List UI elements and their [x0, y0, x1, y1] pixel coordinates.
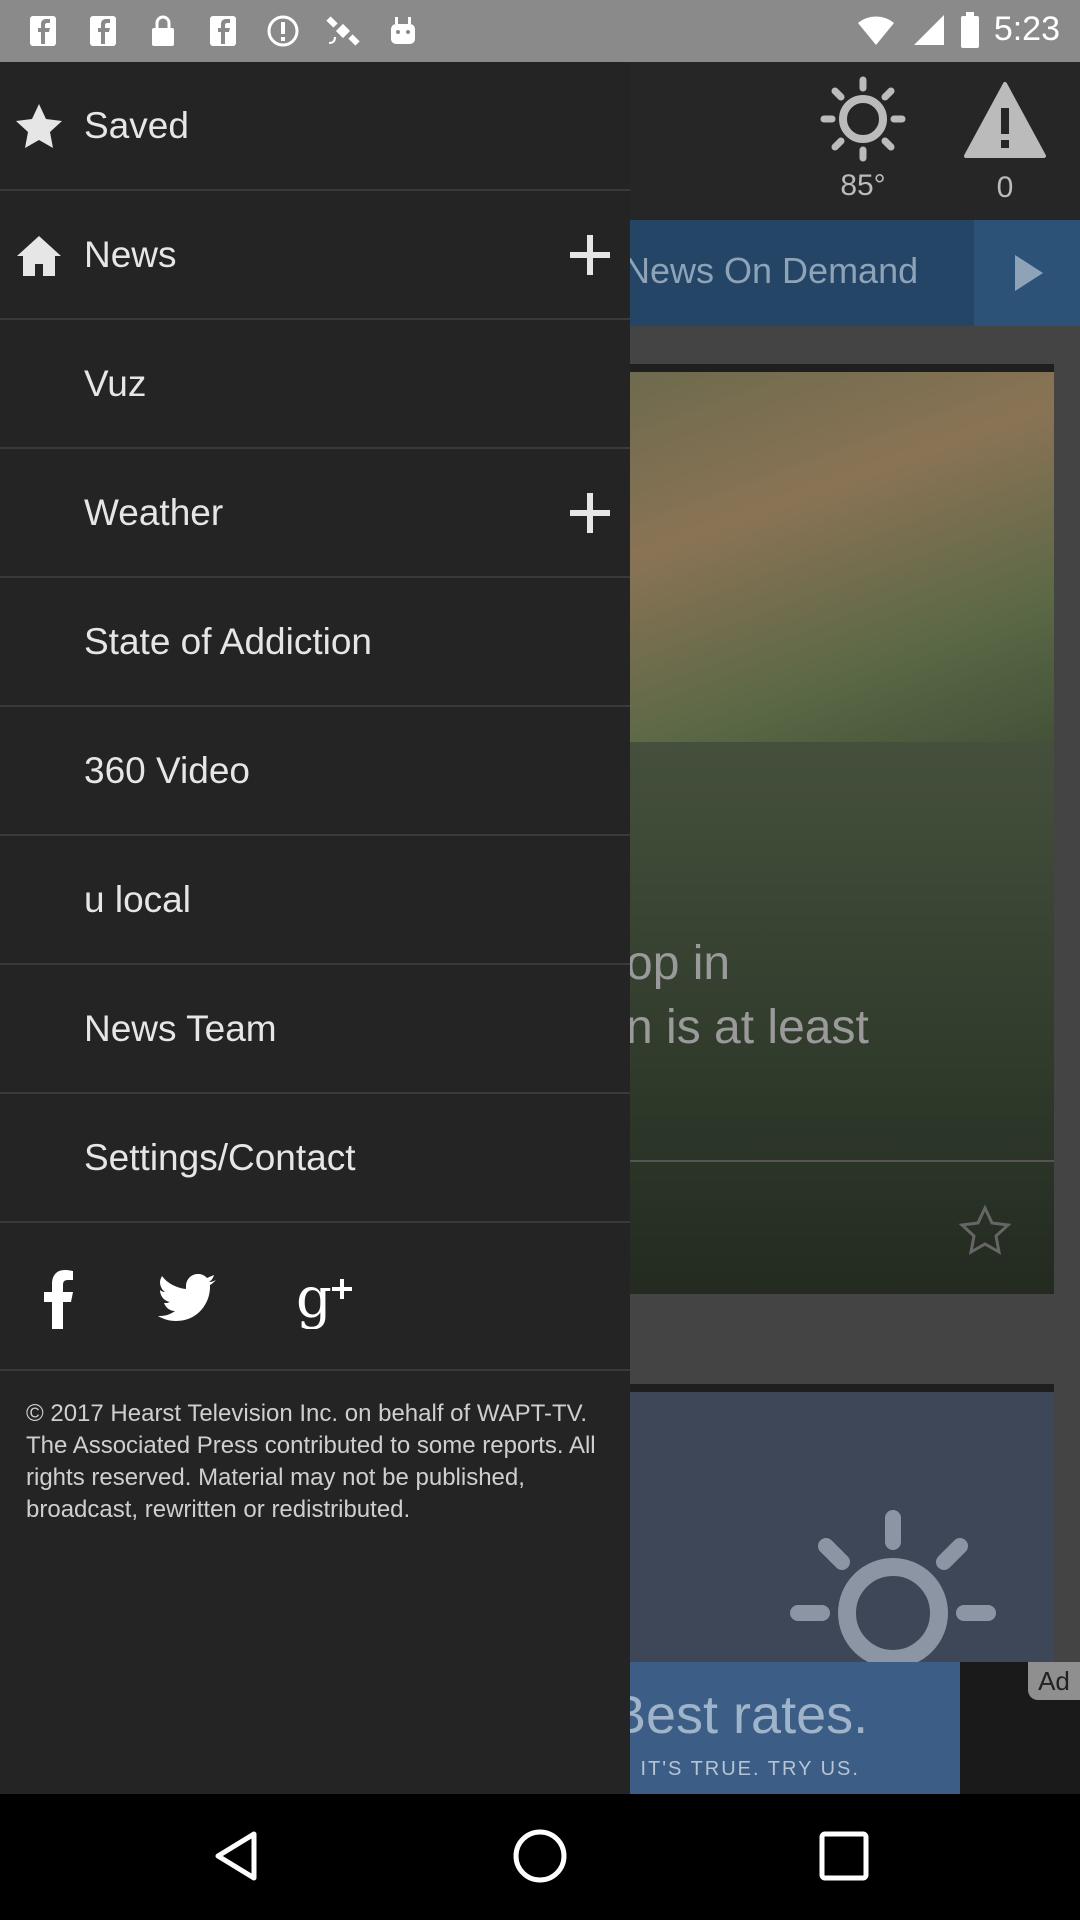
card-divider: [600, 1160, 1054, 1162]
alerts-widget[interactable]: 0: [960, 80, 1050, 205]
menu-item-news-team[interactable]: News Team: [0, 965, 630, 1094]
story-image: [600, 372, 1054, 772]
satellite-icon: [324, 12, 362, 50]
menu-item-360-video[interactable]: 360 Video: [0, 707, 630, 836]
alert-count: 0: [996, 171, 1014, 204]
expand-plus-icon[interactable]: [566, 489, 614, 537]
play-icon: [1015, 255, 1043, 291]
menu-item-weather[interactable]: Weather: [0, 449, 630, 578]
wifi-icon: [857, 15, 894, 45]
menu-item-news[interactable]: News: [0, 191, 630, 320]
star-icon: [14, 101, 64, 151]
facebook-icon[interactable]: [38, 1267, 78, 1331]
story-card[interactable]: op in n is at least: [600, 364, 1054, 1294]
signal-icon: [913, 14, 944, 45]
menu-item-label: Settings/Contact: [84, 1136, 356, 1178]
android-icon: [384, 12, 422, 50]
system-nav-bar: [0, 1794, 1080, 1920]
menu-item-saved[interactable]: Saved: [0, 62, 630, 191]
facebook-icon: [24, 12, 62, 50]
news-on-demand-label: News On Demand: [624, 250, 919, 291]
back-icon[interactable]: [208, 1826, 268, 1886]
save-star-icon[interactable]: [958, 1204, 1012, 1258]
menu-item-label: Weather: [84, 491, 224, 533]
alert-icon: [964, 82, 1046, 158]
lock-icon: [144, 12, 182, 50]
battery-icon: [960, 11, 979, 48]
google-plus-icon[interactable]: g: [296, 1267, 360, 1331]
expand-plus-icon[interactable]: [566, 231, 614, 279]
facebook-icon: [204, 12, 242, 50]
status-bar: 5:23: [0, 0, 1080, 62]
ad-tagline: S. IT'S TRUE. TRY US.: [610, 1758, 860, 1780]
story-headline: op in n is at least: [626, 932, 1054, 1060]
clock: 5:23: [993, 10, 1060, 48]
menu-item-label: 360 Video: [84, 749, 250, 791]
menu-item-state-of-addiction[interactable]: State of Addiction: [0, 578, 630, 707]
menu-item-u-local[interactable]: u local: [0, 836, 630, 965]
menu-item-settings-contact[interactable]: Settings/Contact: [0, 1094, 630, 1223]
recents-icon[interactable]: [814, 1826, 874, 1886]
navigation-drawer: Saved News Vuz Weather State of Addictio…: [0, 62, 630, 1794]
sun-icon: [820, 76, 906, 162]
home-icon: [14, 230, 64, 280]
story-line-1: op in: [626, 937, 731, 990]
temperature: 85°: [840, 169, 886, 202]
menu-item-label: Vuz: [84, 362, 147, 404]
menu-item-label: State of Addiction: [84, 620, 372, 662]
social-links: g: [0, 1223, 630, 1371]
info-icon: [264, 12, 302, 50]
svg-text:g: g: [296, 1269, 332, 1329]
ad-tag: Ad: [1028, 1662, 1080, 1700]
menu-item-label: u local: [84, 878, 191, 920]
play-button[interactable]: [974, 220, 1080, 326]
menu-item-label: News: [84, 233, 177, 275]
home-button-icon[interactable]: [510, 1826, 570, 1886]
copyright-text: © 2017 Hearst Television Inc. on behalf …: [26, 1400, 596, 1523]
story-line-2: n is at least: [626, 1001, 869, 1054]
ad-headline: Best rates.: [610, 1685, 869, 1745]
menu-item-vuz[interactable]: Vuz: [0, 320, 630, 449]
twitter-icon[interactable]: [158, 1267, 218, 1331]
menu-item-label: News Team: [84, 1007, 277, 1049]
weather-widget[interactable]: 85°: [818, 76, 908, 203]
menu-item-label: Saved: [84, 104, 189, 146]
facebook-icon: [84, 12, 122, 50]
